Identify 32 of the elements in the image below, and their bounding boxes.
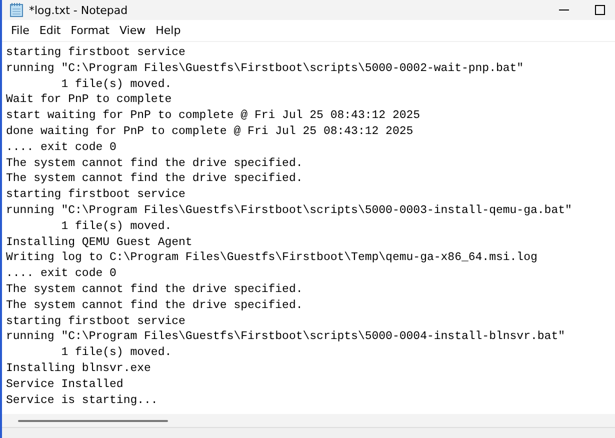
text-line: starting firstboot service <box>6 45 186 61</box>
maximize-icon[interactable] <box>595 5 605 15</box>
text-line: The system cannot find the drive specified. <box>6 282 304 298</box>
text-line: Service is starting... <box>6 392 159 408</box>
text-line: Wait for PnP to complete <box>6 92 173 108</box>
window-title: *log.txt - Notepad <box>29 4 129 16</box>
text-line: 1 file(s) moved. <box>60 218 173 235</box>
menu-item[interactable]: File <box>6 24 34 37</box>
menu-item[interactable]: Edit <box>34 24 66 37</box>
text-line: done waiting for PnP to complete @ Fri Jul 25 08:43:12 2025 <box>6 124 414 140</box>
text-line: running "C:\Program Files\Guestfs\Firstboot\scripts\5000-0003-install-qemu-ga.bat" <box>6 202 573 219</box>
text-line: Service Installed <box>6 376 124 393</box>
menu-item[interactable]: View <box>114 24 151 37</box>
scrollbar-thumb[interactable] <box>18 420 168 422</box>
text-line: running "C:\Program Files\Guestfs\Firstboot\scripts\5000-0004-install-blnsvr.bat" <box>6 329 566 346</box>
text-line: .... exit code 0 <box>6 266 118 282</box>
text-line: 1 file(s) moved. <box>60 345 173 361</box>
text-line: start waiting for PnP to complete @ Fri Jul 25 08:43:12 2025 <box>6 108 422 124</box>
text-line: The system cannot find the drive specified. <box>6 171 304 188</box>
menu-item[interactable]: Help <box>150 24 186 37</box>
text-line: .... exit code 0 <box>6 140 118 156</box>
text-line: Installing blnsvr.exe <box>6 360 152 377</box>
text-line: The system cannot find the drive specified. <box>6 298 304 314</box>
notepad-icon <box>10 3 23 17</box>
text-line: starting firstboot service <box>6 187 186 203</box>
text-line: running "C:\Program Files\Guestfs\Firstboot\scripts\5000-0002-wait-pnp.bat" <box>6 60 525 77</box>
text-line: starting firstboot service <box>6 314 186 330</box>
menu-item[interactable]: Format <box>66 24 114 37</box>
text-line: Writing log to C:\Program Files\Guestfs\Firstboot\Temp\qemu-ga-x86_64.msi.log <box>6 250 538 266</box>
text-line: Installing QEMU Guest Agent <box>6 234 194 250</box>
text-line: The system cannot find the drive specified. <box>6 156 304 172</box>
text-line: 1 file(s) moved. <box>60 76 173 92</box>
